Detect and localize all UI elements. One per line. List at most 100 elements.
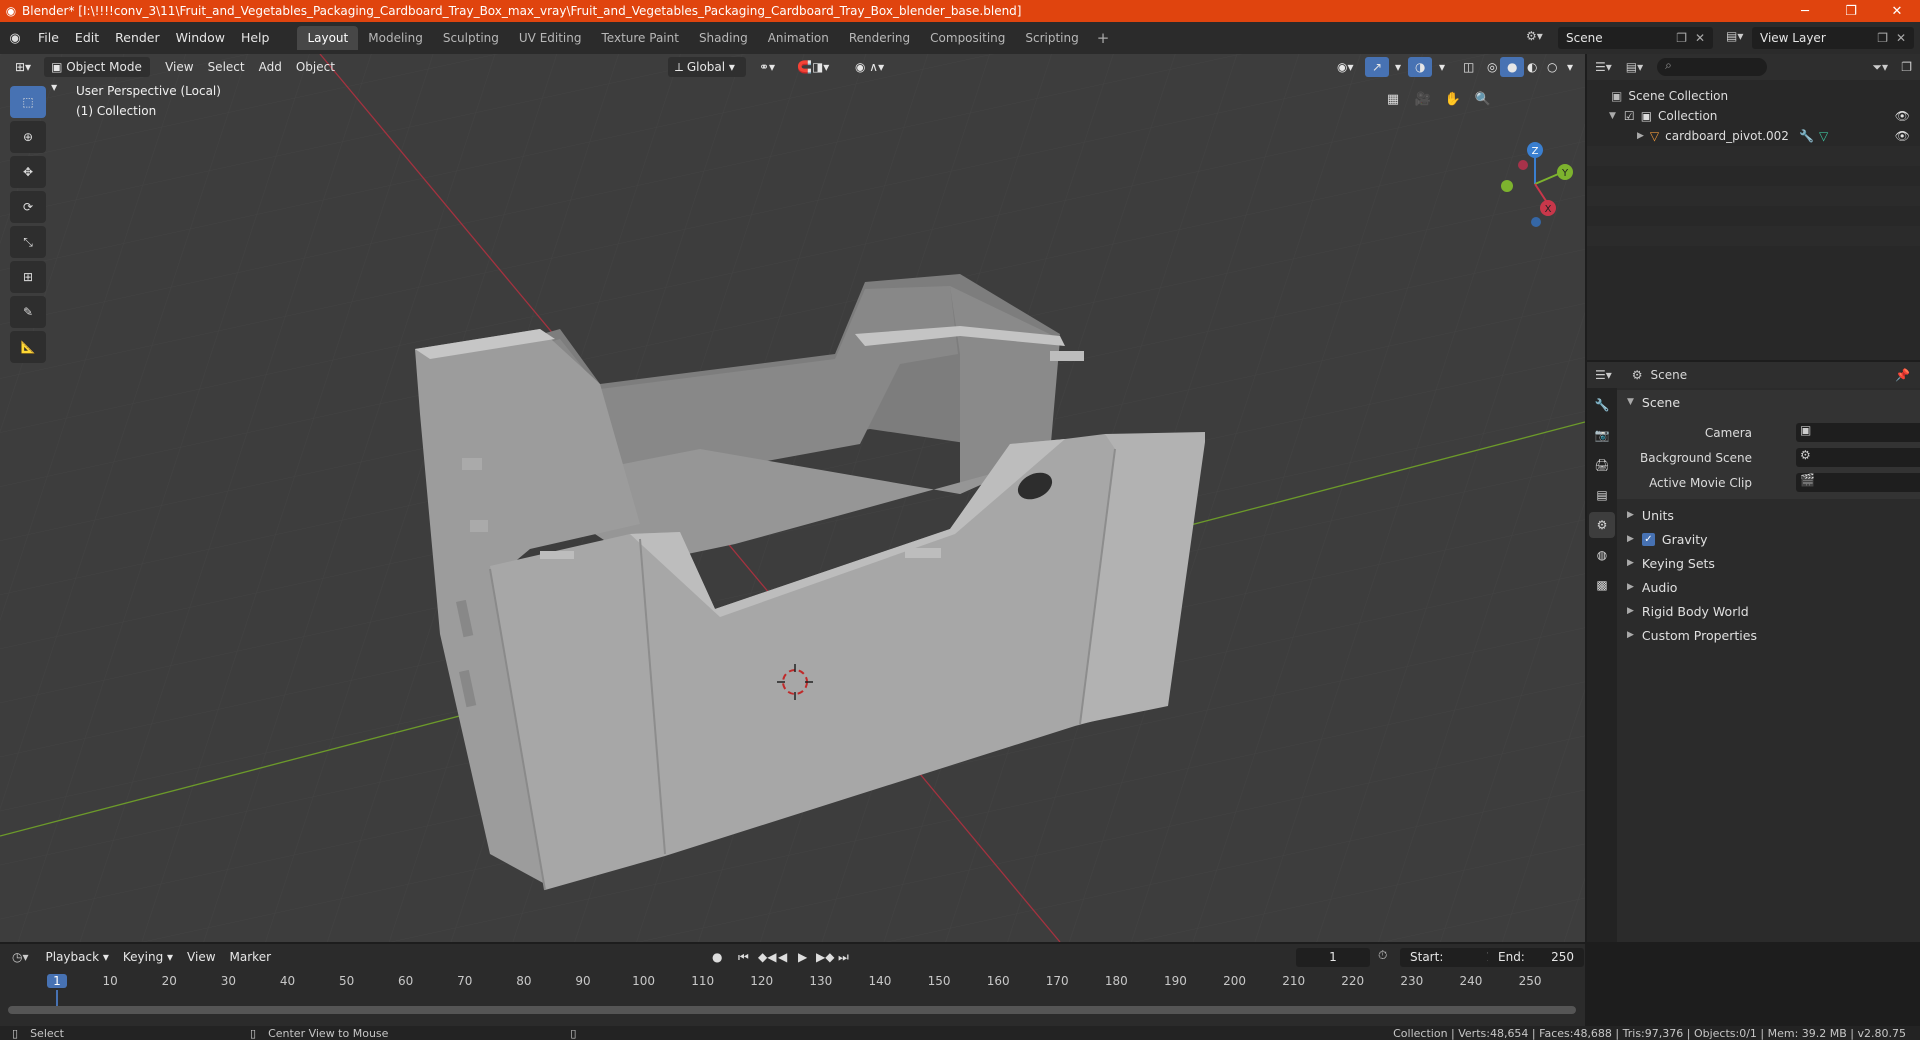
overlay-toggle-icon[interactable]: ◑	[1408, 57, 1433, 77]
tab-layout[interactable]: Layout	[297, 26, 359, 50]
zoom-icon[interactable]: 🔍	[1470, 86, 1496, 112]
select-box-tool-icon[interactable]: ⬚	[10, 86, 46, 118]
timeline-ruler[interactable]: 1 10 20 30 40 50 60 70 80 90 100 110 120 130 140 150 160…	[0, 972, 1585, 1006]
output-tab-icon[interactable]: 🖨	[1589, 452, 1615, 478]
outliner-item-collection[interactable]: ▼ ☑ ▣ Collection 👁	[1587, 106, 1920, 126]
copy-icon[interactable]: ❐	[1877, 31, 1888, 45]
menu-render[interactable]: Render	[107, 27, 168, 49]
view-layer-field[interactable]: View Layer ❐ ✕	[1752, 27, 1914, 49]
menu-add[interactable]: Add	[252, 57, 289, 77]
gizmo-toggle-icon[interactable]: ↗	[1365, 57, 1390, 77]
overlay-dropdown-icon[interactable]: ▾	[1432, 57, 1452, 77]
expand-arrow-icon[interactable]: ▶	[1637, 131, 1644, 141]
visibility-icon[interactable]: ◉▾	[1330, 57, 1361, 77]
shading-dropdown-icon[interactable]: ▾	[1560, 57, 1580, 77]
close-button[interactable]: ✕	[1874, 0, 1920, 22]
transform-tool-icon[interactable]: ⊞	[10, 261, 46, 293]
current-frame-field[interactable]: 1	[1296, 948, 1370, 967]
scale-tool-icon[interactable]: ⤡	[10, 226, 46, 258]
current-frame-indicator[interactable]: 1	[47, 974, 67, 988]
render-tab-icon[interactable]: 📷	[1589, 422, 1615, 448]
camera-field[interactable]: ▣ ✒	[1796, 423, 1920, 442]
measure-tool-icon[interactable]: 📐	[10, 331, 46, 363]
clock-icon[interactable]: ⏱	[1378, 948, 1387, 963]
view-layer-tab-icon[interactable]: ▤	[1589, 482, 1615, 508]
keying-menu[interactable]: Keying ▾	[116, 947, 180, 967]
outliner-item-object[interactable]: ▶ ▽ cardboard_pivot.002 🔧 ▽ 👁	[1587, 126, 1920, 146]
timeline-editor-icon[interactable]: ◷▾	[12, 950, 29, 964]
checkbox-icon[interactable]: ☑	[1624, 109, 1635, 123]
expand-arrow-icon[interactable]: ▼	[1609, 111, 1616, 121]
eye-icon[interactable]: 👁	[1895, 129, 1910, 143]
playback-menu[interactable]: Playback ▾	[39, 947, 116, 967]
scene-field[interactable]: Scene ❐ ✕	[1558, 27, 1713, 49]
tab-rendering[interactable]: Rendering	[839, 26, 920, 50]
playhead-line[interactable]	[56, 990, 58, 1006]
tool-tab-icon[interactable]: 🔧	[1589, 392, 1615, 418]
world-tab-icon[interactable]: ◍	[1589, 542, 1615, 568]
tab-texture-paint[interactable]: Texture Paint	[592, 26, 689, 50]
remove-icon[interactable]: ✕	[1896, 31, 1906, 45]
eye-icon[interactable]: 👁	[1895, 109, 1910, 123]
xray-icon[interactable]: ◫	[1456, 57, 1481, 77]
menu-window[interactable]: Window	[168, 27, 233, 49]
modifier-wrench-icon[interactable]: 🔧	[1799, 129, 1814, 143]
view-layer-icon[interactable]: ▤▾	[1726, 29, 1743, 43]
end-frame-field[interactable]: End: 250	[1488, 948, 1584, 967]
add-workspace-button[interactable]: +	[1089, 29, 1118, 47]
scene-selector-icon[interactable]: ⚙▾	[1526, 29, 1543, 43]
menu-select[interactable]: Select	[201, 57, 252, 77]
rotate-tool-icon[interactable]: ⟳	[10, 191, 46, 223]
texture-tab-icon[interactable]: ▩	[1589, 572, 1615, 598]
mode-selector[interactable]: ▣ Object Mode ▾	[44, 57, 151, 94]
blender-menu-icon[interactable]: ◉	[0, 31, 30, 46]
menu-help[interactable]: Help	[233, 27, 278, 49]
play-reverse-icon[interactable]: ◀	[778, 950, 787, 964]
play-icon[interactable]: ▶	[798, 950, 807, 964]
mesh-data-icon[interactable]: ▽	[1819, 129, 1828, 143]
marker-menu[interactable]: Marker	[223, 947, 278, 967]
scene-subpanel-header[interactable]: ▼ Scene	[1617, 390, 1920, 414]
outliner-editor-icon[interactable]: ☰▾	[1595, 60, 1612, 74]
tab-modeling[interactable]: Modeling	[358, 26, 433, 50]
orientation-selector[interactable]: ⟂ Global ▾	[668, 57, 746, 77]
background-scene-field[interactable]: ⚙	[1796, 448, 1920, 467]
prev-keyframe-icon[interactable]: ◆◀	[758, 950, 776, 964]
record-icon[interactable]: ●	[712, 950, 722, 964]
menu-file[interactable]: File	[30, 27, 67, 49]
maximize-button[interactable]: ❐	[1828, 0, 1874, 22]
gizmo-dropdown-icon[interactable]: ▾	[1388, 57, 1408, 77]
timeline-view-menu[interactable]: View	[180, 947, 222, 967]
scene-tab-icon[interactable]: ⚙	[1589, 512, 1615, 538]
gravity-checkbox[interactable]: ✓	[1641, 532, 1655, 546]
pin-icon[interactable]: 📌	[1895, 368, 1910, 382]
custom-properties-subpanel[interactable]: ▶ Custom Properties	[1617, 623, 1920, 647]
tab-sculpting[interactable]: Sculpting	[433, 26, 509, 50]
remove-icon[interactable]: ✕	[1695, 31, 1705, 45]
cursor-tool-icon[interactable]: ⊕	[10, 121, 46, 153]
annotate-tool-icon[interactable]: ✎	[10, 296, 46, 328]
snap-icon[interactable]: 🧲◨▾	[790, 57, 836, 77]
filter-icon[interactable]: ⏷▾	[1872, 60, 1888, 75]
keying-sets-subpanel[interactable]: ▶ Keying Sets	[1617, 551, 1920, 575]
menu-view[interactable]: View	[158, 57, 200, 77]
jump-end-icon[interactable]: ⏭	[838, 950, 849, 965]
new-collection-icon[interactable]: ❐	[1901, 60, 1912, 74]
tab-scripting[interactable]: Scripting	[1015, 26, 1088, 50]
gravity-subpanel[interactable]: ▶ ✓ Gravity	[1617, 527, 1920, 551]
pivot-icon[interactable]: ⚭▾	[752, 57, 782, 77]
3d-viewport[interactable]: Z Y X ⊞▾ ▣ Object Mode ▾ View Select Add…	[0, 54, 1585, 942]
outliner-item-scene-collection[interactable]: ▣ Scene Collection	[1587, 86, 1920, 106]
tab-shading[interactable]: Shading	[689, 26, 758, 50]
timeline-scrollbar[interactable]	[8, 1006, 1576, 1014]
properties-editor-icon[interactable]: ☰▾	[1595, 368, 1612, 382]
tab-compositing[interactable]: Compositing	[920, 26, 1015, 50]
active-movie-clip-field[interactable]: 🎬	[1796, 473, 1920, 492]
move-tool-icon[interactable]: ✥	[10, 156, 46, 188]
display-mode-icon[interactable]: ▤▾	[1626, 60, 1643, 74]
camera-view-icon[interactable]: 🎥	[1410, 86, 1436, 112]
audio-subpanel[interactable]: ▶ Audio	[1617, 575, 1920, 599]
menu-object[interactable]: Object	[289, 57, 342, 77]
jump-start-icon[interactable]: ⏮	[738, 950, 749, 965]
next-keyframe-icon[interactable]: ▶◆	[816, 950, 834, 964]
